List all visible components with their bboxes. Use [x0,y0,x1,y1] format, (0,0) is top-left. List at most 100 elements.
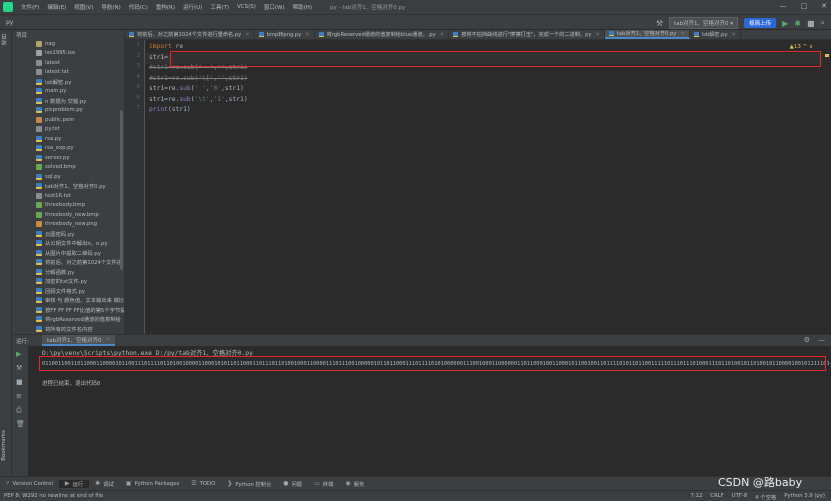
file-tree-item[interactable]: solved.bmp [12,163,124,173]
menu-help[interactable]: 帮助(H) [289,3,316,11]
bookmarks-tool-tab[interactable]: Bookmarks [1,430,7,461]
py-file-icon [36,230,42,237]
line-separator[interactable]: CRLF [710,493,723,501]
file-tree-item[interactable]: 将所有的文件名内容 [12,324,124,334]
trash-icon[interactable]: 🗑 [16,420,25,428]
close-icon[interactable]: ✕ [596,32,600,38]
file-tree-item[interactable]: iso1995.iso [12,49,124,59]
file-tree-item[interactable]: sql.py [12,172,124,182]
menu-edit[interactable]: 编辑(E) [43,3,70,11]
file-tree-item[interactable]: threebody_new.bmp [12,210,124,220]
file-tree-item[interactable]: main.py [12,87,124,97]
file-tree-item[interactable]: 从图片中提取二维码.py [12,248,124,258]
upload-button[interactable]: 极简上传 [744,18,777,28]
search-icon[interactable]: ⌕ [821,18,825,28]
menu-tools[interactable]: 工具(T) [206,3,233,11]
indent-setting[interactable]: 4 个空格 [755,493,776,501]
run-icon[interactable]: ▶ [782,19,788,28]
file-tree-item[interactable]: public.pem [12,115,124,125]
tool-window-button[interactable]: ⑂ Version Control [0,480,59,487]
minimize-icon[interactable]: — [780,2,787,10]
tool-window-button[interactable]: ● 问题 [277,480,308,488]
file-tree-item[interactable]: test16.txt [12,191,124,201]
print-icon[interactable]: ⎙ [16,406,22,415]
file-tree-item[interactable]: 回顾文件格式.py [12,286,124,296]
close-icon[interactable]: ✕ [305,32,309,38]
file-tree-item[interactable]: threebody_new.png [12,220,124,230]
file-tree-item[interactable]: rsa.py [12,134,124,144]
python-interpreter[interactable]: Python 3.9 (py) [784,493,825,501]
editor-tab[interactable]: 将rgbReserved通道的值复制给blue通道。.py ✕ [315,30,450,39]
editor-tab[interactable]: tab对齐1、空格对齐0.py ✕ [604,30,690,39]
menu-run[interactable]: 运行(U) [179,3,206,11]
menu-file[interactable]: 文件(F) [17,3,43,11]
editor-tab[interactable]: 将前后、对之前第1024个文件进行重命名.py ✕ [125,30,255,39]
menu-vcs[interactable]: VCS(S) [233,4,260,10]
run-tab[interactable]: tab对齐1、空格对齐0 ✕ [42,335,116,346]
maximize-icon[interactable]: □ [801,2,808,10]
tool-window-button[interactable]: ▭ 终端 [308,480,339,488]
project-tool-tab[interactable]: 项目 [1,34,9,45]
file-tree-item[interactable]: 加密的txt文件.py [12,277,124,287]
file-tree-item[interactable]: 分解函数.py [12,267,124,277]
run-config-selector[interactable]: tab对齐1、空格对齐0 ▾ [669,17,739,29]
file-tree-item[interactable]: server.py [12,153,124,163]
file-tree-item[interactable]: latest.txt [12,68,124,78]
tool-window-button[interactable]: ❯ Python 控制台 [221,480,277,488]
tool-window-button[interactable]: ▶ 运行 [58,479,90,488]
editor-tab[interactable]: 按将不拍挡曲线进行"摩擦打击"，完成一个的二进制。py ✕ [449,30,605,39]
file-tree-item[interactable]: lsb解密.py [12,77,124,87]
code-editor[interactable]: 1 2 3 4 5 6 7 import re str1= #str1=re.s… [125,40,831,334]
minimize-panel-icon[interactable]: — [818,336,825,344]
file-tree-item[interactable]: 从公钥文件中解出n、e.py [12,239,124,249]
tool-window-button[interactable]: ☰ TODO [185,480,221,487]
file-tree-item[interactable]: picproblem.py [12,106,124,116]
menu-view[interactable]: 视图(V) [70,3,97,11]
tool-window-button[interactable]: ✱ 调试 [89,480,120,488]
file-tree-item[interactable]: latest [12,58,124,68]
file-tree-item[interactable]: rsa_exp.py [12,144,124,154]
breadcrumb-project[interactable]: py [6,19,13,26]
menu-navigate[interactable]: 导航(N) [97,3,124,11]
file-tree-item[interactable]: 将rgbReserved通道的值复制给 [12,315,124,325]
file-tree-item[interactable]: 按FF FF FF FF比值的第5个字节提 [12,305,124,315]
tool-window-button[interactable]: ◉ 服务 [339,480,370,488]
menu-window[interactable]: 窗口(W) [260,3,289,11]
close-icon[interactable]: ✕ [732,32,736,38]
file-name: public.pem [45,116,75,123]
file-tree-item[interactable]: threebody.bmp [12,201,124,211]
close-icon[interactable]: ✕ [821,2,827,10]
file-tree-item[interactable]: 云图密码.py [12,229,124,239]
editor-tab[interactable]: bmp转png.py ✕ [255,30,315,39]
editor-tab[interactable]: lsb解密.py ✕ [690,30,741,39]
gear-icon[interactable]: ⚙ [804,336,810,344]
close-icon[interactable]: ✕ [106,337,111,343]
tool-window-button[interactable]: ▣ Python Packages [120,480,185,487]
stop-icon[interactable]: ■ [807,19,815,28]
project-scrollbar[interactable] [120,110,123,270]
wrench-icon[interactable]: ⚒ [16,364,22,372]
editor-scrollbar[interactable] [823,40,831,334]
file-tree-item[interactable]: py.txt [12,125,124,135]
close-icon[interactable]: ✕ [245,32,249,38]
file-encoding[interactable]: UTF-8 [732,493,747,501]
file-tree-item[interactable]: nag [12,39,124,49]
stop-icon[interactable]: ■ [16,378,23,386]
status-bar: PEP 8: W292 no newline at end of file 7:… [0,490,831,501]
hammer-icon[interactable]: ⚒ [656,19,663,28]
file-tree-item[interactable]: tab对齐1、空格对齐0.py [12,182,124,192]
soft-wrap-icon[interactable]: ≡ [16,392,22,400]
file-tree-item[interactable]: 审核 与 颜色值、文本输出来 做比 [12,296,124,306]
close-icon[interactable]: ✕ [680,31,684,37]
warning-marker[interactable] [825,54,829,57]
caret-position[interactable]: 7:12 [691,493,703,501]
file-name: tab对齐1、空格对齐0.py [45,184,106,191]
menu-refactor[interactable]: 重构(R) [152,3,179,11]
inspection-warnings-badge[interactable]: ▲13 ^ ∨ [790,44,813,50]
rerun-icon[interactable]: ▶ [16,350,21,358]
menu-code[interactable]: 代码(C) [125,3,152,11]
debug-icon[interactable]: ✱ [794,19,801,28]
file-tree-item[interactable]: 将前后、对之前第1024个文件进 [12,258,124,268]
close-icon[interactable]: ✕ [440,32,444,38]
file-tree-item[interactable]: n 数据为 交错.py [12,96,124,106]
